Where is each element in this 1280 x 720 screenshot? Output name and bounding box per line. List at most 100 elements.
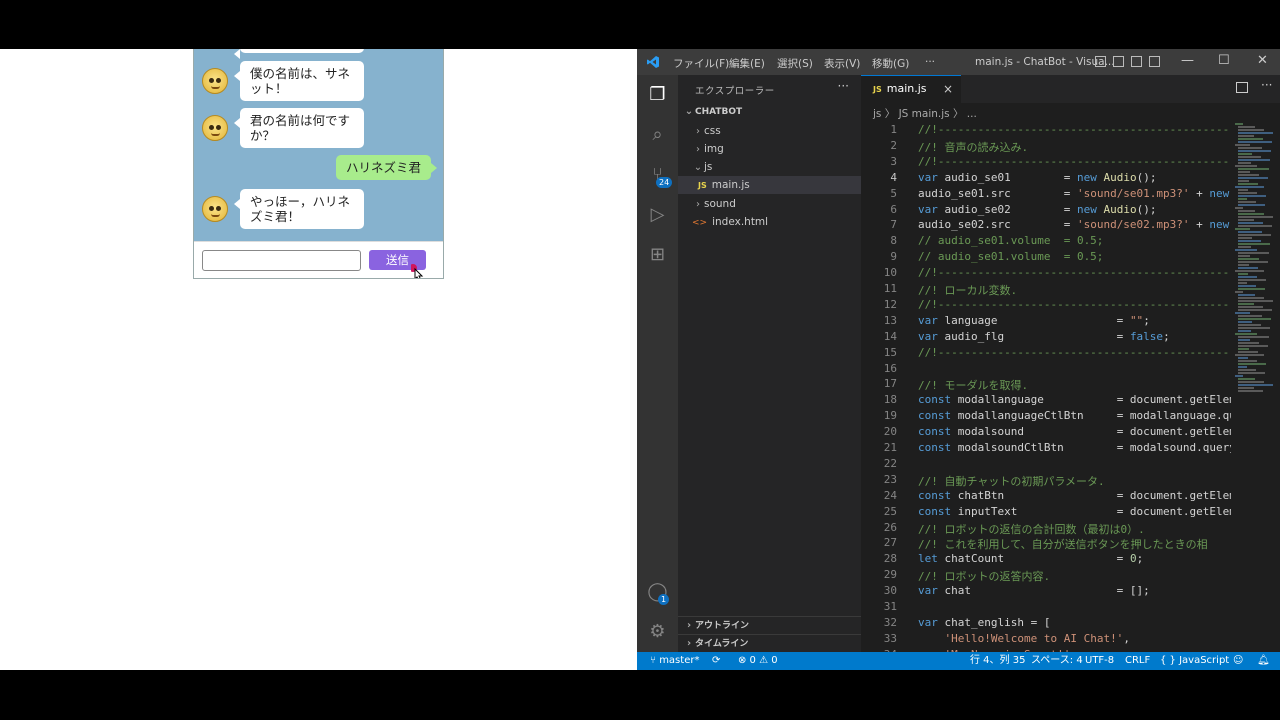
minimap-line bbox=[1238, 198, 1247, 200]
minimap-line bbox=[1238, 258, 1259, 260]
split-editor-icon[interactable] bbox=[1236, 82, 1248, 93]
minimap-line bbox=[1238, 264, 1249, 266]
minimap-line bbox=[1238, 309, 1272, 311]
line-number: 29 bbox=[883, 568, 897, 582]
minimap-line bbox=[1238, 336, 1269, 338]
branch-label: master* bbox=[659, 655, 700, 666]
line-number: 4 bbox=[890, 170, 897, 184]
minimize-icon[interactable]: — bbox=[1181, 53, 1194, 68]
menu-file[interactable]: ファイル(F) bbox=[673, 56, 729, 71]
line-number: 31 bbox=[883, 600, 897, 613]
menu-edit[interactable]: 編集(E) bbox=[729, 56, 765, 71]
bot-avatar bbox=[202, 68, 228, 94]
minimap-line bbox=[1238, 366, 1247, 368]
minimap-line bbox=[1235, 333, 1257, 335]
minimap-line bbox=[1238, 150, 1271, 152]
minimap-line bbox=[1235, 228, 1250, 230]
toggle-sidebar-icon[interactable] bbox=[1095, 56, 1106, 67]
toggle-secondary-sidebar-icon[interactable] bbox=[1131, 56, 1142, 67]
minimap[interactable] bbox=[1235, 123, 1275, 393]
sync-icon[interactable]: ⟳ bbox=[712, 652, 720, 670]
minimap-line bbox=[1238, 390, 1263, 392]
code-editor[interactable]: 1 //!------------------------------------… bbox=[861, 123, 1231, 652]
line-number: 2 bbox=[890, 138, 897, 152]
code-line: //! これを利用して、自分が送信ボタンを押したときの相 bbox=[918, 538, 1208, 552]
menu-more[interactable]: ··· bbox=[925, 56, 935, 68]
chevron-right-icon: › bbox=[686, 638, 692, 649]
search-icon[interactable]: ⌕ bbox=[646, 123, 669, 146]
extensions-icon[interactable]: ⊞ bbox=[646, 243, 669, 266]
notifications-bell-icon[interactable]: 🔔︎ bbox=[1257, 652, 1270, 670]
menu-go[interactable]: 移動(G) bbox=[872, 56, 909, 71]
line-number: 26 bbox=[883, 520, 897, 534]
minimap-line bbox=[1238, 213, 1264, 215]
line-number: 8 bbox=[890, 234, 897, 248]
tree-folder-js[interactable]: ⌄ js bbox=[678, 158, 861, 176]
activity-bar: ❐ ⌕ ⑂ 24 ▷ ⊞ ◯ 1 ⚙ bbox=[637, 75, 678, 652]
tree-file-main-js[interactable]: JS main.js bbox=[678, 176, 861, 194]
line-number: 25 bbox=[883, 504, 897, 518]
encoding[interactable]: UTF-8 bbox=[1085, 652, 1114, 670]
menu-view[interactable]: 表示(V) bbox=[824, 56, 860, 71]
git-branch[interactable]: ⑂ master* bbox=[650, 652, 699, 670]
code-line: const modalsound = document.getElement bbox=[918, 425, 1231, 439]
tab-main-js[interactable]: JS main.js × bbox=[861, 75, 961, 103]
minimap-line bbox=[1238, 216, 1273, 218]
bot-message: 君の名前は何ですか？ bbox=[234, 108, 364, 148]
minimap-line bbox=[1238, 276, 1257, 278]
timeline-panel-header[interactable]: › タイムライン bbox=[678, 634, 861, 652]
chevron-right-icon: › bbox=[696, 199, 700, 210]
tree-item-label: css bbox=[704, 125, 721, 137]
line-number: 13 bbox=[883, 313, 897, 327]
tree-folder-css[interactable]: › css bbox=[678, 122, 861, 140]
toggle-panel-icon[interactable] bbox=[1113, 56, 1124, 67]
breadcrumb[interactable]: js 〉 JS main.js 〉 ... bbox=[873, 106, 977, 121]
indentation[interactable]: スペース: 4 bbox=[1031, 652, 1083, 670]
minimap-line bbox=[1238, 294, 1255, 296]
minimap-line bbox=[1238, 156, 1261, 158]
run-debug-icon[interactable]: ▷ bbox=[646, 203, 669, 226]
close-tab-icon[interactable]: × bbox=[943, 76, 953, 102]
minimap-line bbox=[1238, 384, 1273, 386]
line-number: 17 bbox=[883, 377, 897, 391]
line-number: 21 bbox=[883, 441, 897, 454]
outline-panel-header[interactable]: › アウトライン bbox=[678, 616, 861, 634]
code-line: audio_se02.src = 'sound/se02.mp3?' + new… bbox=[918, 218, 1230, 232]
line-number: 33 bbox=[883, 631, 897, 645]
minimap-line bbox=[1238, 159, 1270, 161]
settings-gear-icon[interactable]: ⚙ bbox=[646, 620, 669, 643]
more-actions-icon[interactable]: ··· bbox=[1261, 78, 1272, 92]
line-number: 9 bbox=[890, 250, 897, 264]
timeline-label: タイムライン bbox=[695, 639, 749, 649]
project-folder[interactable]: ⌄ CHATBOT bbox=[683, 106, 742, 117]
line-number: 16 bbox=[883, 361, 897, 375]
close-window-icon[interactable]: ✕ bbox=[1257, 53, 1268, 68]
explorer-icon[interactable]: ❐ bbox=[646, 83, 669, 106]
maximize-icon[interactable]: ☐ bbox=[1218, 53, 1230, 68]
cursor-position[interactable]: 行 4、列 35 bbox=[970, 652, 1025, 670]
menu-selection[interactable]: 選択(S) bbox=[777, 56, 813, 71]
code-line: //! ロボットの返答内容. bbox=[918, 570, 1051, 584]
minimap-line bbox=[1235, 165, 1257, 167]
editor-tabs: JS main.js × ··· bbox=[861, 75, 1280, 103]
language-mode[interactable]: { } JavaScript bbox=[1160, 652, 1229, 670]
tree-folder-img[interactable]: › img bbox=[678, 140, 861, 158]
minimap-line bbox=[1238, 234, 1271, 236]
problems-indicator[interactable]: ⊗ 0 ⚠ 0 bbox=[738, 652, 778, 670]
tab-label: main.js bbox=[886, 82, 927, 95]
minimap-line bbox=[1238, 222, 1263, 224]
minimap-line bbox=[1235, 354, 1264, 356]
line-ending[interactable]: CRLF bbox=[1125, 652, 1150, 670]
code-line: var audio_se01 = new Audio(); bbox=[918, 170, 1157, 184]
minimap-line bbox=[1238, 303, 1254, 305]
tree-file-index-html[interactable]: <> index.html bbox=[678, 213, 861, 231]
minimap-line bbox=[1238, 282, 1247, 284]
code-line: //! ローカル変数. bbox=[918, 284, 1018, 297]
tree-folder-sound[interactable]: › sound bbox=[678, 195, 861, 213]
sidebar-more-icon[interactable]: ··· bbox=[838, 79, 849, 93]
feedback-icon[interactable]: ☺ bbox=[1233, 652, 1243, 670]
minimap-line bbox=[1238, 246, 1251, 248]
chat-input[interactable] bbox=[202, 250, 361, 271]
bot-avatar bbox=[202, 115, 228, 141]
customize-layout-icon[interactable] bbox=[1149, 56, 1160, 67]
